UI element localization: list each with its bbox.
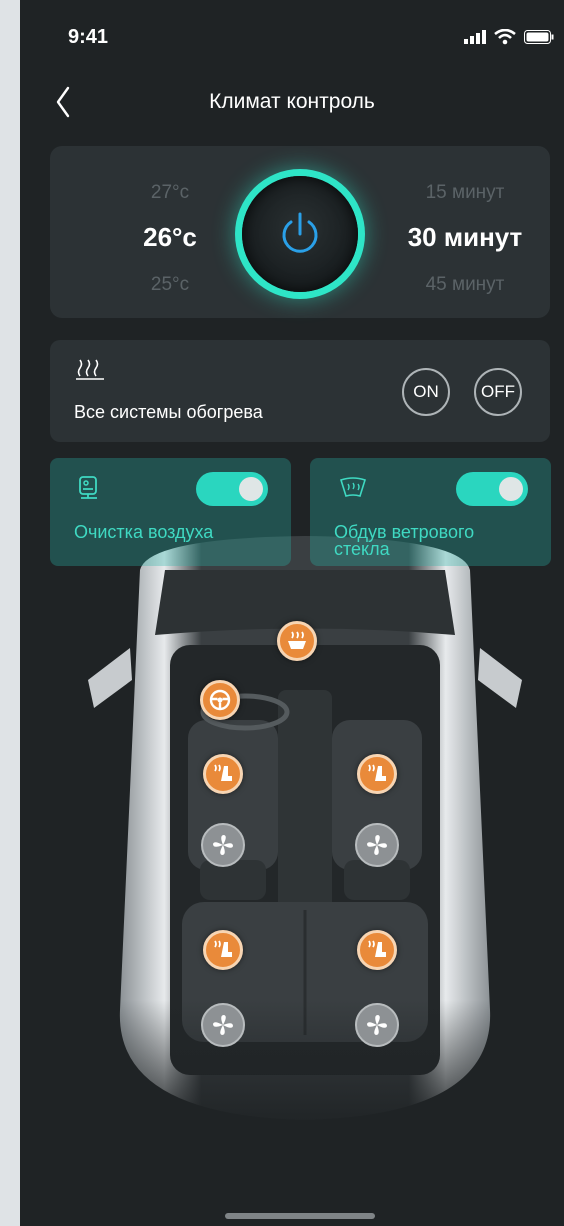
passenger-seat-fan-button[interactable] bbox=[355, 823, 399, 867]
rear-heater-button[interactable] bbox=[277, 621, 317, 661]
seat-heat-icon bbox=[368, 940, 386, 957]
timer-option[interactable]: 45 минут bbox=[390, 274, 540, 296]
rear-right-seat-heat-button[interactable] bbox=[357, 930, 397, 970]
climate-panel: 27°c 26°c 25°c 15 минут 30 минут 45 мину… bbox=[50, 146, 550, 318]
seat-heat-icon bbox=[214, 940, 232, 957]
driver-seat-fan-button[interactable] bbox=[201, 823, 245, 867]
heating-waves-icon bbox=[76, 359, 104, 380]
status-bar: 9:41 bbox=[20, 0, 564, 80]
status-icons bbox=[464, 28, 554, 46]
rear-left-seat-heat-button[interactable] bbox=[203, 930, 243, 970]
windshield-blower-card: Обдув ветрового стекла bbox=[310, 458, 551, 566]
rear-right-seat-fan-button[interactable] bbox=[355, 1003, 399, 1047]
air-purifier-icon bbox=[79, 476, 97, 499]
steering-wheel-icon bbox=[209, 689, 231, 711]
status-time: 9:41 bbox=[68, 26, 109, 48]
driver-seat-heat-button[interactable] bbox=[203, 754, 243, 794]
air-purification-label: Очистка воздуха bbox=[74, 522, 214, 542]
windshield-blower-toggle[interactable] bbox=[456, 472, 528, 506]
wifi-icon bbox=[494, 29, 516, 45]
timer-option[interactable]: 15 минут bbox=[390, 182, 540, 204]
windshield-blower-label: Обдув ветрового стекла bbox=[334, 522, 475, 559]
fan-icon bbox=[367, 835, 387, 855]
heating-panel: Все системы обогрева ON OFF bbox=[50, 340, 550, 442]
temperature-option[interactable]: 27°c bbox=[110, 182, 230, 204]
heating-on-button[interactable]: ON bbox=[402, 368, 450, 416]
toggle-knob bbox=[499, 477, 523, 501]
fan-icon bbox=[213, 1015, 233, 1035]
fan-icon bbox=[213, 835, 233, 855]
fan-icon bbox=[367, 1015, 387, 1035]
power-button[interactable] bbox=[242, 176, 358, 292]
air-purification-card: Очистка воздуха bbox=[50, 458, 291, 566]
power-icon bbox=[282, 212, 318, 253]
temperature-selected[interactable]: 26°c bbox=[110, 222, 230, 253]
car-top-view bbox=[70, 536, 540, 1130]
home-indicator[interactable] bbox=[225, 1213, 375, 1219]
heating-off-button[interactable]: OFF bbox=[474, 368, 522, 416]
rear-heat-icon bbox=[288, 631, 306, 649]
page-title: Климат контроль bbox=[209, 90, 375, 113]
timer-selected[interactable]: 30 минут bbox=[390, 222, 540, 253]
heating-label: Все системы обогрева bbox=[74, 402, 263, 422]
nav-bar: Климат контроль bbox=[20, 78, 564, 128]
seat-heat-icon bbox=[368, 764, 386, 781]
air-purification-toggle[interactable] bbox=[196, 472, 268, 506]
climate-screen: 9:41 Климат контроль 27°c 26°c 25°c 15 м… bbox=[20, 0, 564, 1226]
passenger-seat-heat-button[interactable] bbox=[357, 754, 397, 794]
steering-wheel-heat-button[interactable] bbox=[200, 680, 240, 720]
battery-icon bbox=[524, 30, 554, 44]
temperature-option[interactable]: 25°c bbox=[110, 274, 230, 296]
seat-heat-icon bbox=[214, 764, 232, 781]
toggle-knob bbox=[239, 477, 263, 501]
windshield-defrost-icon bbox=[340, 477, 366, 497]
rear-left-seat-fan-button[interactable] bbox=[201, 1003, 245, 1047]
signal-icon bbox=[464, 30, 486, 44]
